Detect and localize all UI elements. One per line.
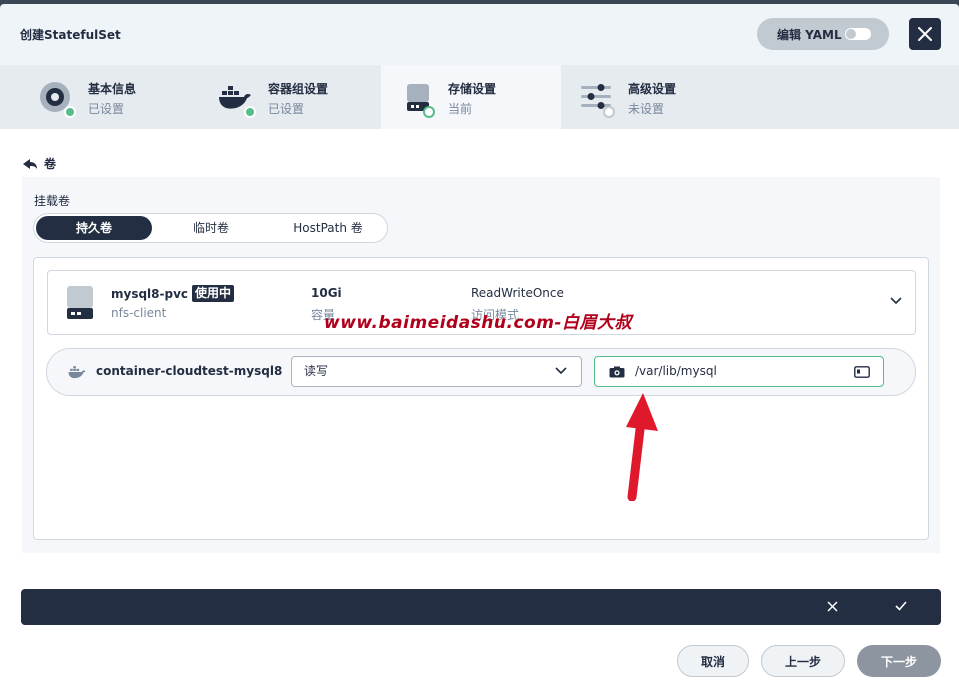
confirm-bar [21,589,941,625]
back-label: 卷 [44,157,57,171]
cancel-button[interactable]: 取消 [677,645,749,677]
tab-storage-settings[interactable]: 存储设置 当前 [381,65,561,129]
access-mode-select[interactable]: 读写 [291,356,582,387]
tab-basic-info[interactable]: 基本信息 已设置 [0,65,180,129]
tab-label: 存储设置 [448,82,497,96]
check-icon[interactable] [895,601,907,611]
mount-path-input[interactable]: /var/lib/mysql [594,356,884,387]
chevron-down-icon [555,367,567,375]
container-mount-row: container-cloudtest-mysql8 读写 /var/lib/m… [46,348,916,396]
back-to-volumes[interactable]: 卷 [22,155,56,172]
container-name: container-cloudtest-mysql8 [96,364,283,378]
storage-class: nfs-client [111,306,167,320]
create-statefulset-modal: 创建StatefulSet 编辑 YAML 基本信息 已设置 容器组设置 已设置… [0,4,959,683]
status-dot [64,106,76,118]
watermark-text: www.baimeidashu.com-白眉大叔 [324,313,632,333]
tab-container-settings[interactable]: 容器组设置 已设置 [180,65,380,129]
status-dot [423,106,435,118]
status-dot [603,106,615,118]
tab-label: 容器组设置 [268,82,329,96]
tab-advanced-settings[interactable]: 高级设置 未设置 [561,65,761,129]
tab-status: 已设置 [88,102,125,116]
modal-title: 创建StatefulSet [20,28,121,42]
disk-icon [67,286,93,319]
annotation-arrow-icon [626,393,658,501]
toggle-switch-icon [845,28,871,40]
prev-step-button[interactable]: 上一步 [761,645,845,677]
edit-yaml-toggle[interactable]: 编辑 YAML [757,18,889,50]
wizard-steps: 基本信息 已设置 容器组设置 已设置 存储设置 当前 高级设置 未设置 [0,65,959,129]
mount-path-value: /var/lib/mysql [635,364,717,378]
tab-temporary-volume[interactable]: 临时卷 [152,216,270,240]
status-badge: 使用中 [192,285,235,302]
camera-icon [609,366,625,378]
volume-type-selector: 持久卷 临时卷 HostPath 卷 [33,213,388,243]
docker-whale-icon [68,366,86,379]
tab-status: 已设置 [268,102,305,116]
keyboard-icon [854,366,870,378]
back-arrow-icon [23,158,37,169]
chevron-down-icon[interactable] [890,297,902,305]
volume-panel: 挂载卷 持久卷 临时卷 HostPath 卷 mysql8-pvc 使用中 nf… [22,177,940,553]
status-dot [244,106,256,118]
mount-volume-label: 挂载卷 [34,194,71,208]
capacity-value: 10Gi [311,286,342,300]
pvc-name: mysql8-pvc [111,286,189,301]
storage-settings-content: 卷 挂载卷 持久卷 临时卷 HostPath 卷 mysql8-pvc 使用中 … [0,129,959,683]
tab-label: 基本信息 [88,82,137,96]
tab-label: 高级设置 [628,82,677,96]
access-mode-selected: 读写 [304,364,329,378]
pvc-name-line: mysql8-pvc 使用中 [111,285,235,302]
tab-status: 未设置 [628,102,665,116]
tab-hostpath-volume[interactable]: HostPath 卷 [270,216,386,240]
close-button[interactable] [909,18,941,50]
next-step-button[interactable]: 下一步 [857,645,941,677]
close-icon [918,27,932,41]
edit-yaml-label: 编辑 YAML [777,27,842,42]
tab-persistent-volume[interactable]: 持久卷 [36,216,152,240]
tab-status: 当前 [448,102,473,116]
access-mode-value: ReadWriteOnce [471,286,564,300]
close-icon[interactable] [827,601,838,612]
volume-list: mysql8-pvc 使用中 nfs-client 10Gi 容量 ReadWr… [33,257,929,540]
